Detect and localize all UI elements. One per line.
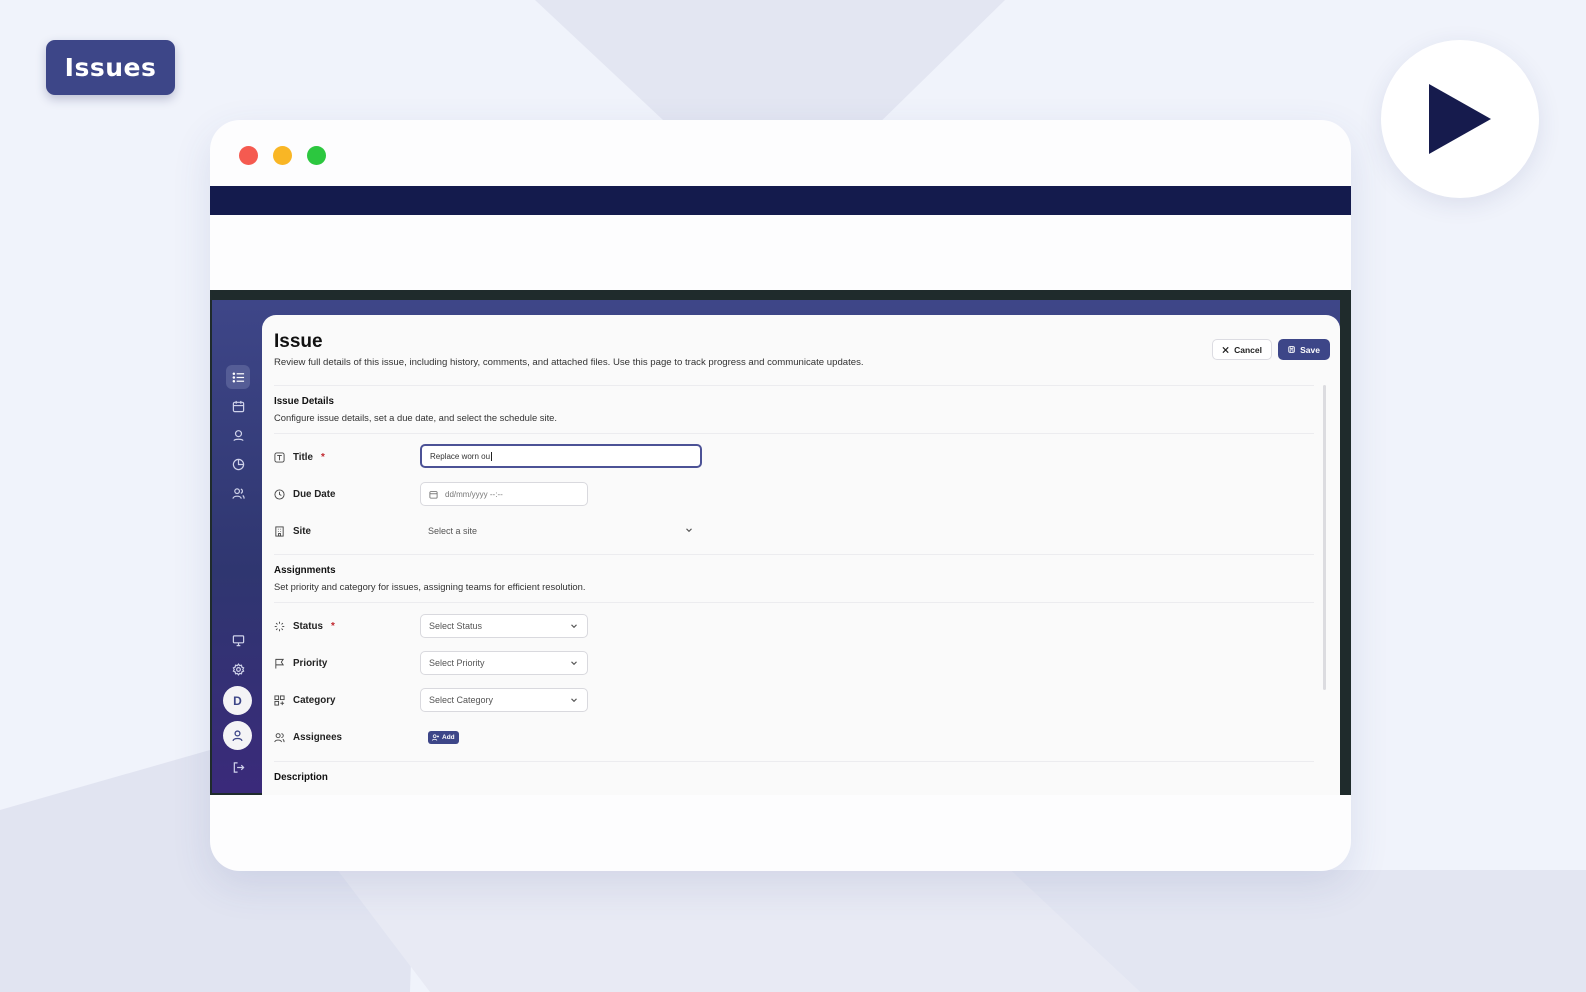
title-input-value: Replace worn ou <box>430 451 491 461</box>
location-pin-icon <box>232 429 244 441</box>
calendar-icon <box>232 400 244 412</box>
due-date-placeholder: dd/mm/yyyy --:-- <box>445 489 503 499</box>
nav-bar <box>210 186 1351 215</box>
site-placeholder: Select a site <box>428 526 478 536</box>
cancel-button[interactable]: Cancel <box>1212 339 1272 360</box>
window-maximize-button[interactable] <box>307 146 326 165</box>
users-icon <box>274 732 285 742</box>
user-icon <box>232 730 243 742</box>
logout-icon <box>233 761 244 773</box>
scrollbar[interactable] <box>1323 385 1326 690</box>
close-icon <box>1222 346 1229 353</box>
play-icon <box>1429 84 1491 154</box>
priority-select[interactable]: Select Priority <box>420 651 588 675</box>
chevron-down-icon <box>571 624 577 629</box>
divider <box>274 385 1314 386</box>
grid-plus-icon <box>274 694 285 706</box>
required-marker: * <box>330 620 335 632</box>
site-label-text: Site <box>293 525 311 537</box>
due-date-input[interactable]: dd/mm/yyyy --:-- <box>420 482 588 506</box>
cancel-label: Cancel <box>1234 344 1262 355</box>
priority-label-text: Priority <box>293 657 328 669</box>
category-label-text: Category <box>293 694 336 706</box>
browser-window: D Issue Review full details of this issu… <box>210 120 1351 871</box>
title-label-text: Title <box>293 451 313 463</box>
sidebar-item-calendar[interactable] <box>226 394 250 418</box>
status-select[interactable]: Select Status <box>420 614 588 638</box>
site-label: Site <box>274 524 311 538</box>
app-screenshot: D Issue Review full details of this issu… <box>210 290 1351 795</box>
assignments-subtitle: Set priority and category for issues, as… <box>274 581 586 592</box>
loader-icon <box>274 621 285 631</box>
issue-card: Issue Review full details of this issue,… <box>262 315 1340 795</box>
category-label: Category <box>274 693 335 707</box>
sidebar-item-issues[interactable] <box>226 365 250 389</box>
save-label: Save <box>1300 344 1320 355</box>
user-plus-icon <box>432 734 439 741</box>
title-label: Title * <box>274 450 325 464</box>
text-cursor <box>491 451 493 461</box>
window-minimize-button[interactable] <box>273 146 292 165</box>
status-label: Status * <box>274 619 335 633</box>
due-date-label-text: Due Date <box>293 488 336 500</box>
status-label-text: Status <box>293 620 323 632</box>
divider <box>274 433 1314 434</box>
app-frame: D Issue Review full details of this issu… <box>212 300 1340 795</box>
site-select[interactable]: Select a site <box>420 519 702 543</box>
page-title: Issue <box>274 331 323 352</box>
priority-placeholder: Select Priority <box>429 658 485 668</box>
sidebar-item-users[interactable] <box>226 481 250 505</box>
monitor-icon <box>232 634 244 646</box>
sidebar-item-logout[interactable] <box>226 755 250 779</box>
sidebar-item-reports[interactable] <box>226 452 250 476</box>
play-button[interactable] <box>1381 40 1539 198</box>
calendar-icon <box>429 490 438 499</box>
clock-icon <box>274 488 285 500</box>
divider <box>274 554 1314 555</box>
profile-avatar[interactable] <box>223 721 252 750</box>
save-icon <box>1288 346 1295 353</box>
chevron-down-icon <box>686 528 692 533</box>
flag-icon <box>275 658 285 669</box>
assignees-label-text: Assignees <box>293 731 343 743</box>
divider <box>274 761 1314 762</box>
pie-chart-icon <box>232 458 244 470</box>
building-icon <box>275 525 284 537</box>
sidebar-item-display[interactable] <box>226 628 250 652</box>
window-close-button[interactable] <box>239 146 258 165</box>
due-date-label: Due Date <box>274 487 335 501</box>
category-placeholder: Select Category <box>429 695 494 705</box>
issues-badge: Issues <box>46 40 175 95</box>
title-input[interactable]: Replace worn ou <box>420 444 702 468</box>
chevron-down-icon <box>571 698 577 703</box>
sidebar-item-locations[interactable] <box>226 423 250 447</box>
assignees-label: Assignees <box>274 730 342 744</box>
save-button[interactable]: Save <box>1278 339 1330 360</box>
page-subtitle: Review full details of this issue, inclu… <box>274 357 864 368</box>
chevron-down-icon <box>571 661 577 666</box>
issue-details-title: Issue Details <box>274 396 334 407</box>
description-title: Description <box>274 772 328 783</box>
text-field-icon <box>274 451 285 463</box>
issue-details-subtitle: Configure issue details, set a due date,… <box>274 412 557 423</box>
assignments-title: Assignments <box>274 565 336 576</box>
priority-label: Priority <box>274 656 327 670</box>
add-label: Add <box>442 734 455 741</box>
divider <box>274 602 1314 603</box>
add-assignee-button[interactable]: Add <box>428 731 459 744</box>
category-select[interactable]: Select Category <box>420 688 588 712</box>
sidebar-item-settings[interactable] <box>226 657 250 681</box>
gear-icon <box>232 662 244 676</box>
status-placeholder: Select Status <box>429 621 483 631</box>
user-avatar[interactable]: D <box>223 686 252 715</box>
users-icon <box>231 487 245 499</box>
list-icon <box>232 372 244 382</box>
required-marker: * <box>320 451 325 463</box>
